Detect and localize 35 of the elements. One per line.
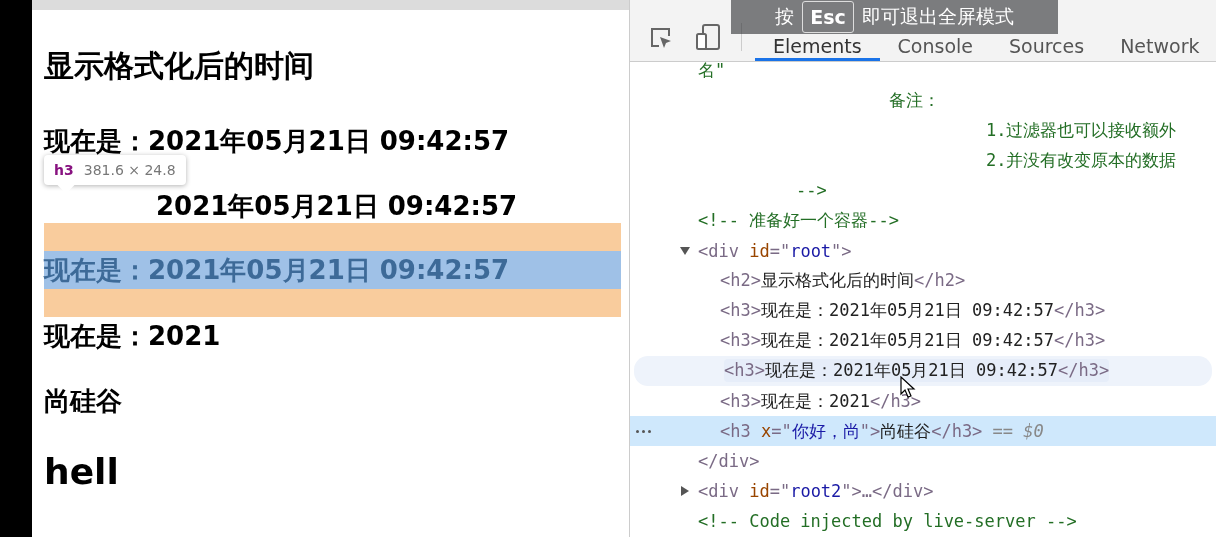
highlighted-heading: 现在是：2021年05月21日 09:42:57 — [44, 251, 621, 289]
devtools-tab[interactable]: Sources — [991, 35, 1103, 61]
page-title: hell — [44, 451, 120, 492]
comment-text: --> — [796, 180, 827, 201]
tooltip-tag: h3 — [54, 162, 74, 178]
page-text: 现在是：2021年05月21日 09:42:57 — [44, 124, 510, 158]
dom-node[interactable]: <div id="root"> — [698, 240, 852, 261]
page-heading: 显示格式化后的时间 — [44, 47, 315, 85]
esc-key: Esc — [802, 1, 854, 33]
more-icon[interactable] — [636, 429, 651, 433]
dom-node[interactable]: <h2>显示格式化后的时间</h2> — [720, 269, 966, 293]
toast-text: 按 — [775, 4, 795, 29]
hovered-dom-node[interactable]: <h3>现在是：2021年05月21日 09:42:57</h3> — [724, 359, 1110, 383]
dom-node[interactable]: <div id="root2">…</div> — [698, 481, 934, 502]
dom-node[interactable]: <!-- 准备好一个容器--> — [698, 209, 899, 232]
devtools-tab[interactable]: Elements — [755, 35, 880, 61]
page-text: 尚硅谷 — [44, 384, 122, 418]
toast-text: 即可退出全屏模式 — [861, 4, 1014, 29]
comment-text: 1.过滤器也可以接收额外 — [986, 118, 1177, 142]
comment-text: 2.并没有改变原本的数据 — [986, 148, 1177, 172]
expand-triangle-icon[interactable] — [680, 486, 690, 497]
dom-node[interactable]: </div> — [698, 451, 760, 472]
page-text: 2021年05月21日 09:42:57 — [155, 189, 518, 223]
dom-node[interactable]: <!-- Code injected by live-server --> — [698, 511, 1077, 532]
device-icon[interactable] — [695, 23, 721, 51]
comment-text: 名" — [698, 62, 726, 82]
dom-node[interactable]: <h3>现在是：2021年05月21日 09:42:57</h3> — [720, 299, 1106, 323]
devtools-tab[interactable]: Console — [879, 35, 991, 61]
dom-node[interactable]: <h3>现在是：2021</h3> — [720, 389, 922, 413]
page-text: 现在是：2021 — [44, 319, 221, 353]
comment-text: 备注： — [889, 88, 940, 112]
dom-node[interactable]: <h3>现在是：2021年05月21日 09:42:57</h3> — [720, 329, 1106, 353]
devtools-tab[interactable]: Network — [1102, 35, 1216, 61]
collapse-triangle-icon[interactable] — [680, 245, 690, 256]
tooltip-size: 381.6 × 24.8 — [83, 162, 176, 178]
